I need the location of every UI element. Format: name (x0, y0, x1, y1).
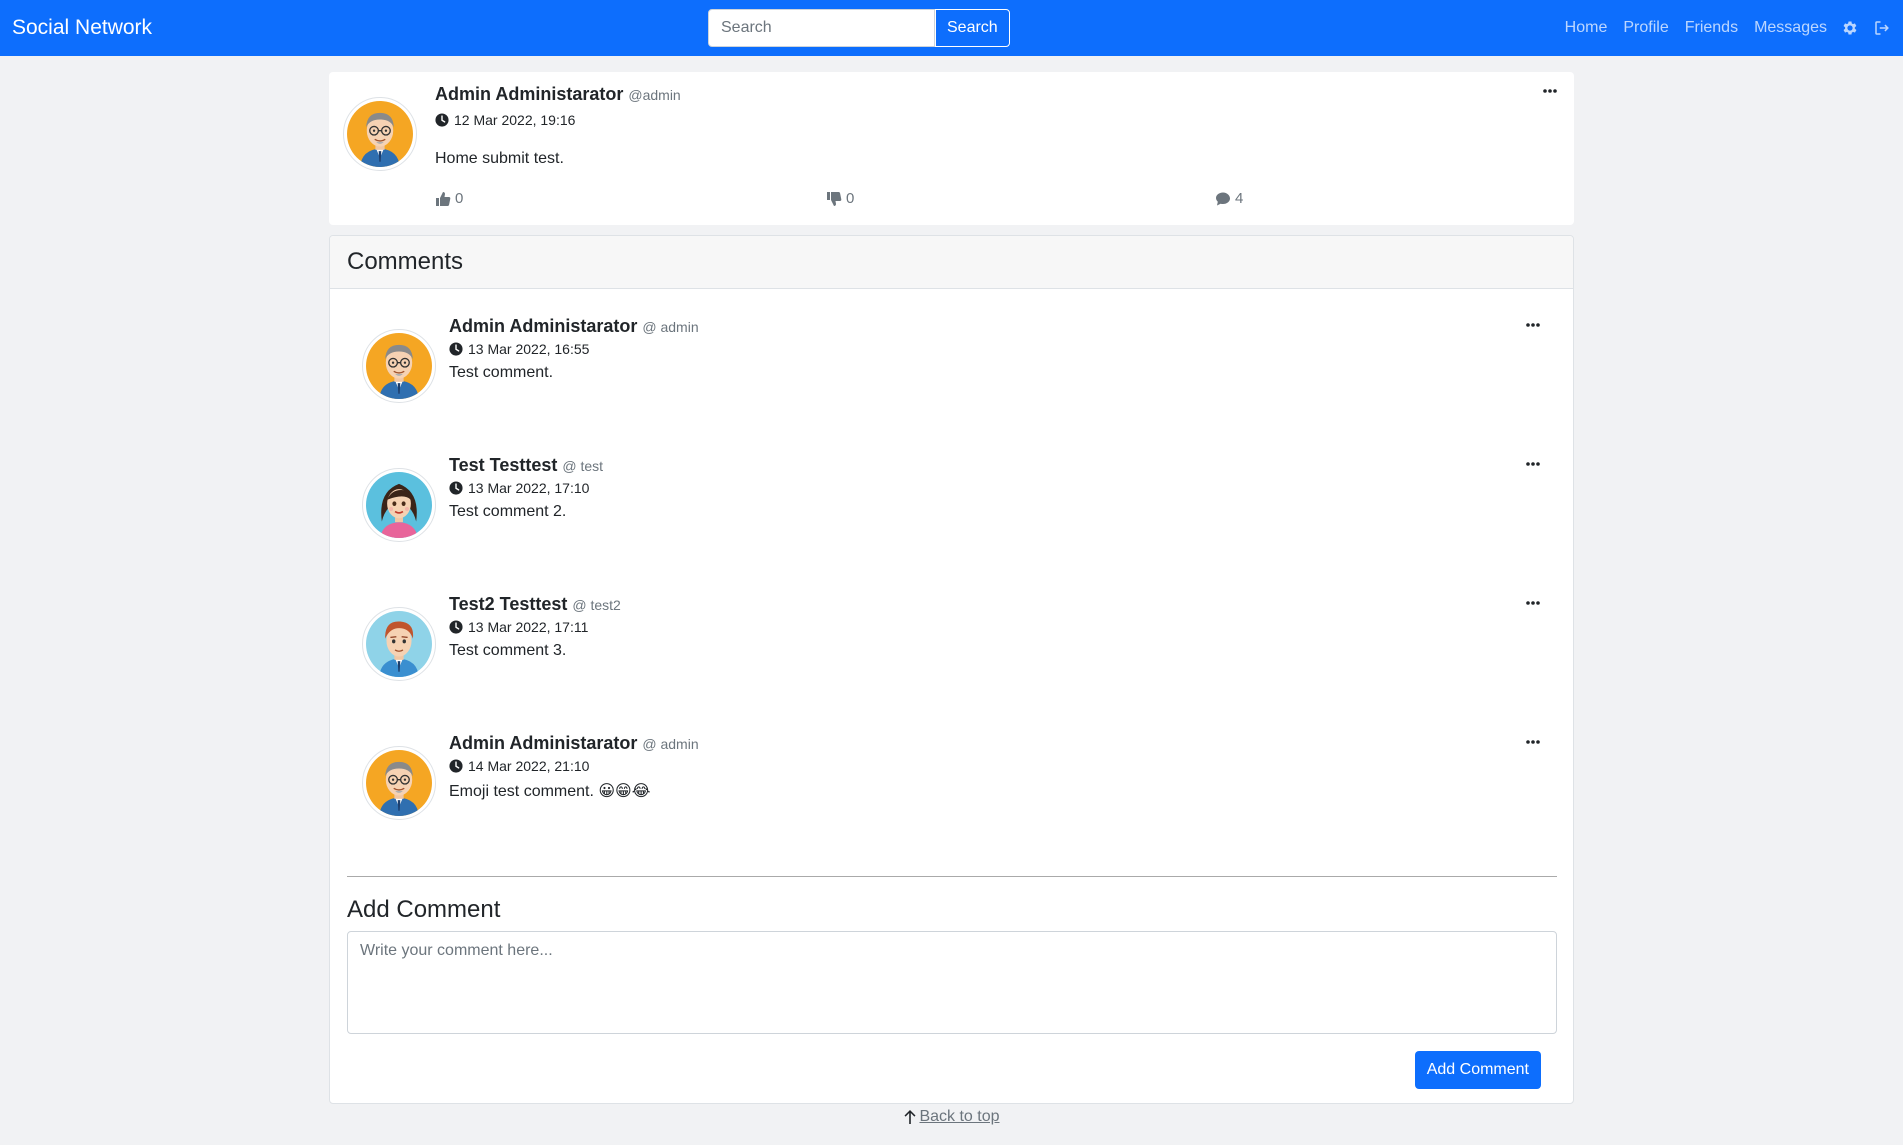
comment-username[interactable]: @ admin (642, 736, 698, 752)
comment-bubble-icon (1216, 192, 1230, 205)
thumbs-down-icon (827, 191, 842, 206)
section-divider (347, 876, 1557, 877)
back-to-top-container: Back to top (0, 1108, 1903, 1130)
brand-link[interactable]: Social Network (12, 16, 152, 40)
ellipsis-icon (1526, 740, 1540, 744)
post-timestamp-text: 12 Mar 2022, 19:16 (454, 112, 576, 128)
avatar-image (366, 333, 432, 399)
logout-icon[interactable] (1873, 19, 1891, 37)
comment-options-button[interactable] (1525, 461, 1541, 467)
comment-author-line: Admin Administarator @ admin (449, 316, 699, 337)
comment-options-button[interactable] (1525, 739, 1541, 745)
clock-icon (449, 481, 463, 495)
comments-title: Comments (330, 236, 1573, 289)
post-options-button[interactable] (1542, 88, 1558, 94)
ellipsis-icon (1543, 89, 1557, 93)
add-comment-title: Add Comment (347, 896, 501, 923)
clock-icon (449, 342, 463, 356)
comment-timestamp-text: 13 Mar 2022, 16:55 (468, 341, 590, 357)
clock-icon (449, 759, 463, 773)
comment-author-name[interactable]: Test Testtest (449, 455, 557, 475)
like-count: 0 (455, 190, 464, 207)
comment-textarea[interactable] (347, 931, 1557, 1034)
comment-item: Test2 Testtest @ test2 13 Mar 2022, 17:1… (330, 582, 1573, 712)
search-input[interactable] (708, 9, 935, 47)
search-form: Search (708, 9, 1010, 47)
comment-author-line: Test2 Testtest @ test2 (449, 594, 621, 615)
comment-text: Test comment 2. (449, 503, 567, 520)
back-to-top-text: Back to top (919, 1108, 1000, 1125)
comments-card: Comments Admin Administarator @ admin 13… (329, 235, 1574, 1104)
comment-count: 4 (1235, 190, 1244, 207)
comment-author-line: Test Testtest @ test (449, 455, 603, 476)
comment-item: Admin Administarator @ admin 14 Mar 2022… (330, 721, 1573, 851)
comment-text: Test comment. (449, 364, 554, 381)
comment-item: Test Testtest @ test 13 Mar 2022, 17:10 … (330, 443, 1573, 573)
avatar[interactable] (362, 607, 436, 681)
clock-icon (435, 113, 449, 127)
ellipsis-icon (1526, 462, 1540, 466)
nav-links: Home Profile Friends Messages (1549, 19, 1891, 37)
avatar-image (366, 472, 432, 538)
ellipsis-icon (1526, 601, 1540, 605)
clock-icon (449, 620, 463, 634)
comment-text: Test comment 3. (449, 642, 567, 659)
add-comment-button[interactable]: Add Comment (1414, 1051, 1541, 1089)
comment-timestamp: 14 Mar 2022, 21:10 (449, 758, 589, 774)
post-username[interactable]: @admin (628, 87, 680, 103)
avatar-image (366, 750, 432, 816)
avatar[interactable] (362, 746, 436, 820)
thumbs-up-icon (436, 191, 451, 206)
comment-text: Emoji test comment. 😀😁😂 (449, 783, 651, 800)
post-timestamp: 12 Mar 2022, 19:16 (435, 112, 575, 128)
arrow-up-icon (904, 1110, 916, 1124)
comment-timestamp-text: 13 Mar 2022, 17:10 (468, 480, 590, 496)
back-to-top-link[interactable]: Back to top (903, 1108, 1000, 1126)
dislike-count: 0 (846, 190, 855, 207)
comment-timestamp: 13 Mar 2022, 17:11 (449, 619, 588, 635)
comment-username[interactable]: @ test2 (572, 597, 620, 613)
post-card: Admin Administarator @admin 12 Mar 2022,… (329, 72, 1574, 225)
avatar-image (366, 611, 432, 677)
ellipsis-icon (1526, 323, 1540, 327)
comment-username[interactable]: @ test (562, 458, 603, 474)
avatar-image (347, 101, 413, 167)
search-button[interactable]: Search (935, 9, 1010, 47)
comment-options-button[interactable] (1525, 322, 1541, 328)
nav-friends-link[interactable]: Friends (1685, 19, 1738, 37)
comment-timestamp-text: 13 Mar 2022, 17:11 (468, 619, 589, 635)
comment-author-name[interactable]: Admin Administarator (449, 733, 637, 753)
comments-count-button[interactable]: 4 (1215, 190, 1243, 207)
dislike-button[interactable]: 0 (826, 190, 854, 207)
comment-author-line: Admin Administarator @ admin (449, 733, 699, 754)
comment-username[interactable]: @ admin (642, 319, 698, 335)
comment-author-name[interactable]: Test2 Testtest (449, 594, 567, 614)
comment-timestamp-text: 14 Mar 2022, 21:10 (468, 758, 590, 774)
nav-profile-link[interactable]: Profile (1623, 19, 1668, 37)
nav-home-link[interactable]: Home (1565, 19, 1608, 37)
top-navbar: Social Network Search Home Profile Frien… (0, 0, 1903, 56)
avatar[interactable] (362, 329, 436, 403)
avatar[interactable] (343, 97, 417, 171)
comment-author-name[interactable]: Admin Administarator (449, 316, 637, 336)
comment-timestamp: 13 Mar 2022, 17:10 (449, 480, 589, 496)
post-author-name[interactable]: Admin Administarator (435, 84, 623, 104)
post-body: Home submit test. (435, 150, 564, 167)
nav-messages-link[interactable]: Messages (1754, 19, 1827, 37)
comment-item: Admin Administarator @ admin 13 Mar 2022… (330, 304, 1573, 434)
comment-options-button[interactable] (1525, 600, 1541, 606)
like-button[interactable]: 0 (435, 190, 463, 207)
gear-icon[interactable] (1841, 19, 1859, 37)
avatar[interactable] (362, 468, 436, 542)
post-author-line: Admin Administarator @admin (435, 84, 681, 105)
comment-timestamp: 13 Mar 2022, 16:55 (449, 341, 589, 357)
